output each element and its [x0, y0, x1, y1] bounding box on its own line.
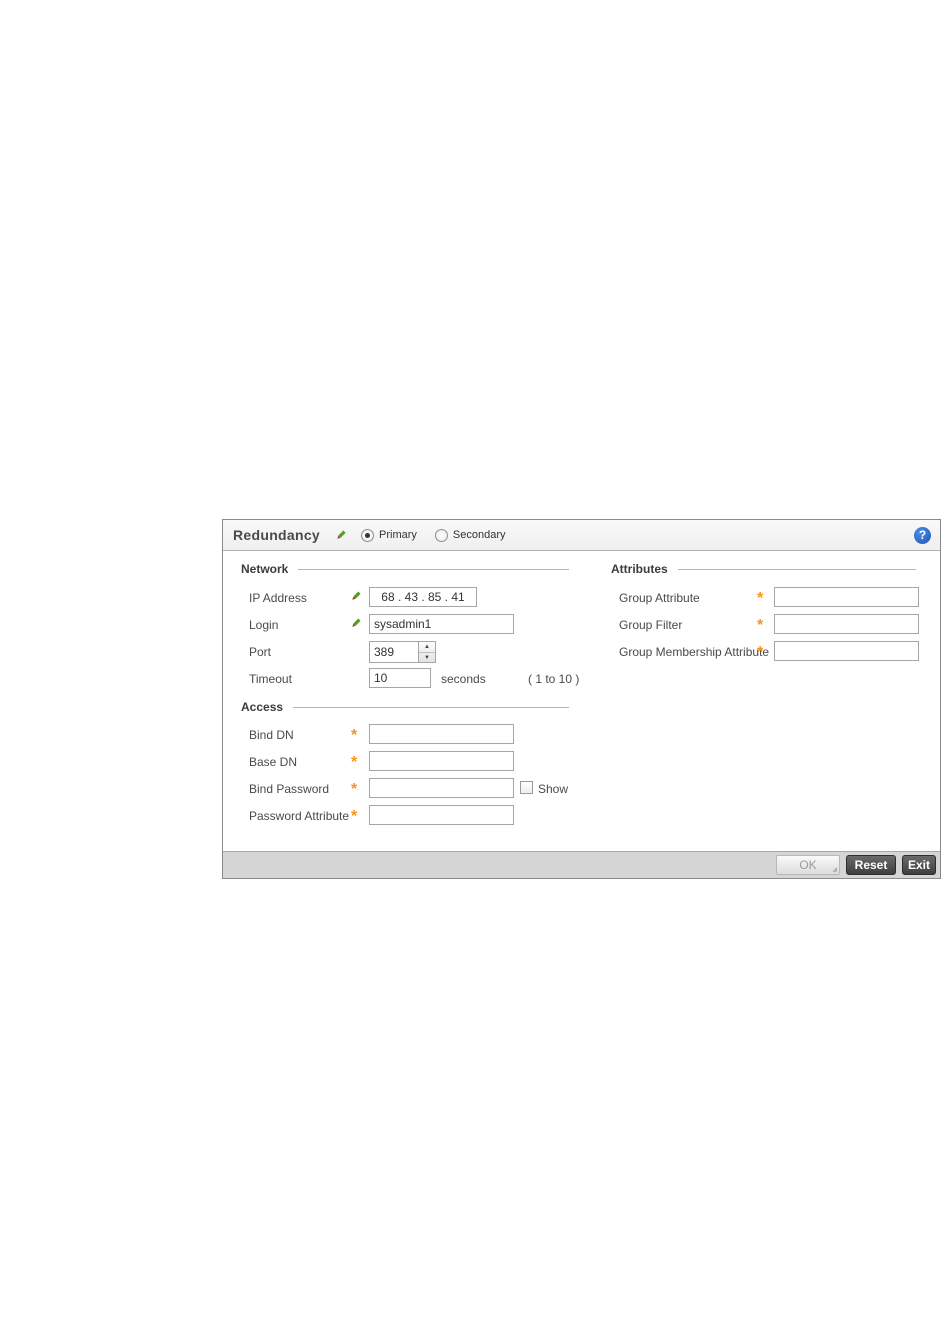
timeout-unit-label: seconds [441, 672, 486, 686]
bind-dn-required-marker: * [351, 727, 358, 744]
group-filter-label: Group Filter [619, 618, 683, 632]
network-section-header: Network [241, 562, 569, 576]
timeout-label: Timeout [249, 672, 292, 686]
login-input[interactable] [369, 614, 514, 634]
radio-secondary-label: Secondary [452, 529, 506, 541]
base-dn-required-marker: * [351, 754, 358, 771]
login-pencil-icon [349, 617, 362, 630]
group-filter-input[interactable] [774, 614, 919, 634]
port-spinner-up-icon[interactable]: ▲ [419, 642, 435, 652]
bind-dn-input[interactable] [369, 724, 514, 744]
radio-primary-label: Primary [379, 529, 417, 541]
attributes-section-rule [677, 568, 916, 570]
password-attribute-input[interactable] [369, 805, 514, 825]
dialog-title: Redundancy [233, 527, 321, 543]
dialog-footer: OK ◢ Reset Exit [223, 851, 940, 878]
group-membership-attribute-label: Group Membership Attribute [619, 645, 770, 659]
attributes-section-header: Attributes [611, 562, 916, 576]
base-dn-label: Base DN [249, 755, 298, 769]
group-membership-required-marker: * [757, 644, 764, 661]
group-attribute-input[interactable] [774, 587, 919, 607]
timeout-range-label: ( 1 to 10 ) [528, 672, 580, 686]
base-dn-input[interactable] [369, 751, 514, 771]
ip-address-pencil-icon [349, 590, 362, 603]
radio-primary[interactable]: Primary [361, 528, 417, 542]
port-spinner-down-icon[interactable]: ▼ [419, 652, 435, 663]
access-section-title: Access [241, 700, 284, 714]
network-section-title: Network [241, 562, 289, 576]
group-attribute-required-marker: * [757, 590, 764, 607]
radio-secondary[interactable]: Secondary [434, 528, 506, 542]
attributes-section-title: Attributes [611, 562, 668, 576]
ok-button[interactable]: OK ◢ [776, 855, 840, 875]
port-spinner: ▲ ▼ [419, 641, 436, 663]
dialog-titlebar: Redundancy Primary Secondary ? [223, 520, 940, 551]
show-password-label: Show [538, 782, 569, 796]
group-filter-required-marker: * [757, 617, 764, 634]
bind-password-label: Bind Password [249, 782, 330, 796]
network-section-rule [298, 568, 569, 570]
ip-address-label: IP Address [249, 591, 307, 605]
password-attribute-label: Password Attribute [249, 809, 350, 823]
edit-pencil-icon [334, 529, 347, 542]
redundancy-dialog: Redundancy Primary Secondary ? Network I… [222, 519, 941, 879]
access-section-header: Access [241, 700, 569, 714]
exit-button[interactable]: Exit [902, 855, 936, 875]
ok-button-grip-icon: ◢ [832, 867, 837, 873]
redundancy-mode-radio-group: Primary Secondary [361, 528, 523, 542]
password-attribute-required-marker: * [351, 808, 358, 825]
bind-password-input[interactable] [369, 778, 514, 798]
group-membership-attribute-input[interactable] [774, 641, 919, 661]
access-section-rule [293, 706, 569, 708]
show-password-checkbox[interactable] [520, 781, 533, 794]
port-label: Port [249, 645, 272, 659]
ip-address-input[interactable] [369, 587, 477, 607]
page-background: Redundancy Primary Secondary ? Network I… [0, 0, 942, 1340]
login-label: Login [249, 618, 279, 632]
bind-dn-label: Bind DN [249, 728, 294, 742]
help-icon[interactable]: ? [914, 527, 931, 544]
radio-primary-circle-icon[interactable] [361, 528, 375, 542]
port-input[interactable] [369, 641, 419, 663]
bind-password-required-marker: * [351, 781, 358, 798]
ok-button-label: OK [799, 858, 817, 872]
group-attribute-label: Group Attribute [619, 591, 700, 605]
radio-secondary-circle-icon[interactable] [434, 528, 448, 542]
reset-button[interactable]: Reset [846, 855, 896, 875]
timeout-input[interactable] [369, 668, 431, 688]
